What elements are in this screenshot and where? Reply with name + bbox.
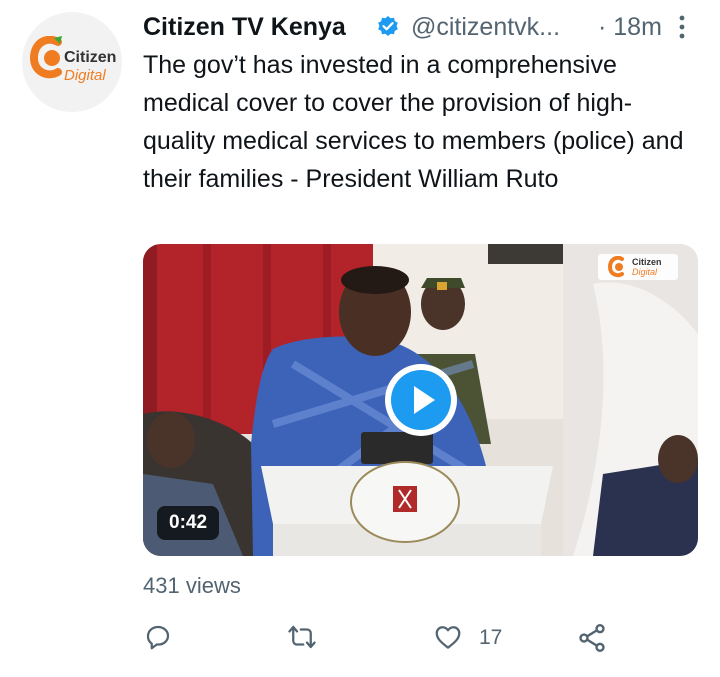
video-duration: 0:42	[157, 506, 220, 540]
tweet-text: The gov’t has invested in a comprehensiv…	[143, 51, 684, 193]
play-button[interactable]	[385, 364, 457, 436]
watermark-logo-icon	[607, 256, 624, 278]
reply-icon	[146, 625, 170, 650]
video-player[interactable]: Citizen Digital 0:42	[143, 244, 698, 556]
avatar-brand-line1: Citizen	[64, 49, 117, 66]
author-handle[interactable]: @citizentvk...	[411, 10, 560, 44]
avatar[interactable]: Citizen Digital	[22, 12, 122, 112]
retweet-icon	[288, 625, 316, 649]
avatar-brand-line2: Digital	[64, 67, 106, 84]
tweet-actions: 17	[143, 618, 623, 658]
retweet-button[interactable]	[286, 618, 326, 658]
share-button[interactable]	[576, 618, 616, 658]
citizen-digital-logo-icon	[30, 36, 62, 79]
watermark-line2: Digital	[632, 267, 658, 277]
tweet-timestamp[interactable]: · 18m	[598, 10, 662, 44]
tweet-header: Citizen TV Kenya @citizentvk... · 18m	[143, 10, 706, 44]
verified-badge-icon	[378, 16, 398, 36]
view-count[interactable]: 431 views	[143, 572, 241, 600]
play-icon	[414, 386, 435, 414]
like-count: 17	[479, 626, 503, 649]
play-button-circle	[391, 370, 451, 430]
like-button[interactable]: 17	[433, 618, 513, 658]
more-options-icon[interactable]	[676, 12, 688, 42]
tweet: Citizen Digital Citizen TV Kenya @citize…	[0, 0, 720, 677]
share-icon	[579, 624, 605, 652]
avatar-brand-text: Citizen Digital	[64, 49, 116, 85]
heart-icon	[435, 626, 461, 649]
author-name[interactable]: Citizen TV Kenya	[143, 10, 346, 44]
reply-button[interactable]	[143, 618, 183, 658]
video-watermark: Citizen Digital	[598, 254, 678, 280]
